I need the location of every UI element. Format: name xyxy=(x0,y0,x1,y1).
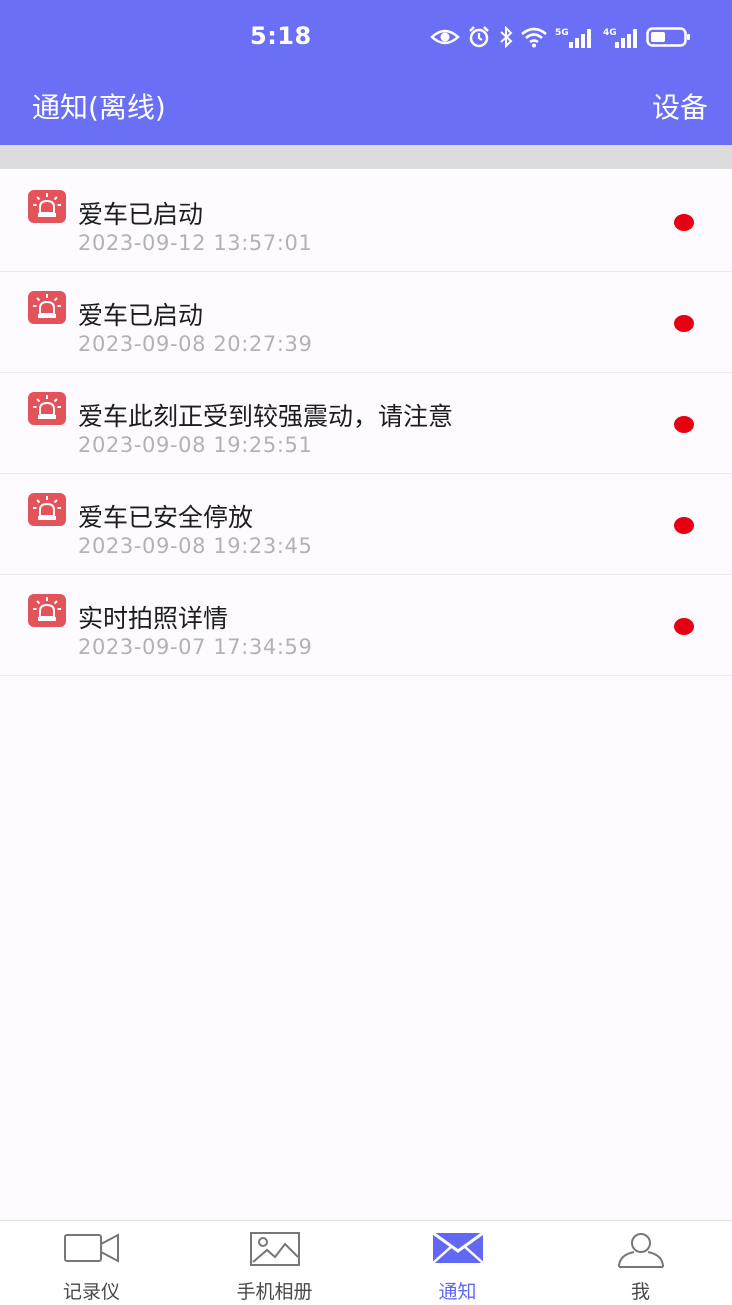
notification-time: 2023-09-08 19:25:51 xyxy=(78,433,313,457)
bottom-tab-bar: 记录仪 手机相册 通知 我 xyxy=(0,1220,732,1305)
battery-level xyxy=(650,32,665,42)
status-time: 5:18 xyxy=(250,22,312,50)
unread-dot xyxy=(674,214,694,231)
tab-label: 通知 xyxy=(438,1281,477,1303)
alarm-light-icon xyxy=(28,392,66,425)
notification-item[interactable]: 爱车已安全停放 2023-09-08 19:23:45 xyxy=(0,474,732,575)
notification-item[interactable]: 爱车已启动 2023-09-12 13:57:01 xyxy=(0,171,732,272)
app-header: 5:18 5G 4G 通知(离线) 设备 xyxy=(0,0,732,145)
wifi-icon xyxy=(520,26,548,48)
tab-label: 记录仪 xyxy=(62,1281,120,1303)
battery-icon xyxy=(646,26,692,48)
notification-time: 2023-09-12 13:57:01 xyxy=(78,231,313,255)
device-button[interactable]: 设备 xyxy=(652,86,708,126)
signal-5g-icon: 5G xyxy=(555,25,595,49)
unread-dot xyxy=(674,517,694,534)
status-icons: 5G 4G xyxy=(430,22,692,52)
unread-dot xyxy=(674,618,694,635)
alarm-light-icon xyxy=(28,190,66,223)
alarm-icon xyxy=(467,25,491,49)
user-icon xyxy=(616,1231,666,1269)
signal-4g-icon: 4G xyxy=(603,25,639,49)
page-title: 通知(离线) xyxy=(32,91,166,124)
eye-icon xyxy=(430,27,460,47)
notification-item[interactable]: 爱车已启动 2023-09-08 20:27:39 xyxy=(0,272,732,373)
unread-dot xyxy=(674,416,694,433)
image-icon xyxy=(249,1231,301,1267)
notification-time: 2023-09-08 19:23:45 xyxy=(78,534,313,558)
unread-dot xyxy=(674,315,694,332)
alarm-light-icon xyxy=(28,594,66,627)
notification-item[interactable]: 爱车此刻正受到较强震动，请注意 2023-09-08 19:25:51 xyxy=(0,373,732,474)
bluetooth-icon xyxy=(499,26,513,48)
notification-title: 爱车已启动 xyxy=(78,200,204,229)
tab-me[interactable]: 我 xyxy=(549,1221,732,1305)
tab-phone-album[interactable]: 手机相册 xyxy=(183,1221,366,1305)
signal-4g-label: 4G xyxy=(603,28,617,38)
notification-time: 2023-09-07 17:34:59 xyxy=(78,635,313,659)
notification-title: 爱车此刻正受到较强震动，请注意 xyxy=(78,402,454,431)
alarm-light-icon xyxy=(28,291,66,324)
notification-item[interactable]: 实时拍照详情 2023-09-07 17:34:59 xyxy=(0,575,732,676)
tab-label: 手机相册 xyxy=(236,1281,313,1303)
notification-title: 实时拍照详情 xyxy=(78,604,229,633)
alarm-light-icon xyxy=(28,493,66,526)
video-camera-icon xyxy=(63,1231,121,1265)
notification-title: 爱车已安全停放 xyxy=(78,503,254,532)
notification-time: 2023-09-08 20:27:39 xyxy=(78,332,313,356)
envelope-icon xyxy=(431,1231,484,1265)
notification-title: 爱车已启动 xyxy=(78,301,204,330)
header-divider xyxy=(0,145,732,169)
tab-notifications[interactable]: 通知 xyxy=(366,1221,549,1305)
notification-list: 爱车已启动 2023-09-12 13:57:01 爱车已启动 2023-09-… xyxy=(0,171,732,676)
signal-5g-label: 5G xyxy=(555,28,569,38)
tab-recorder[interactable]: 记录仪 xyxy=(0,1221,183,1305)
tab-label: 我 xyxy=(630,1281,650,1303)
